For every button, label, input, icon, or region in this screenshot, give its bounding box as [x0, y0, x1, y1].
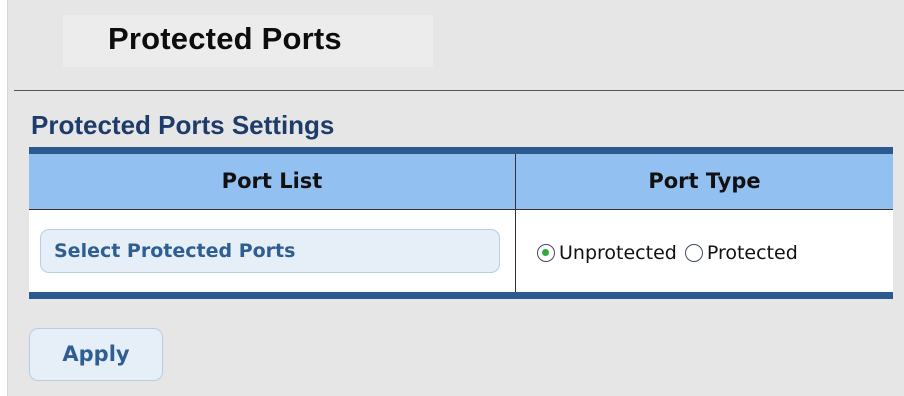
section-title: Protected Ports Settings: [31, 110, 335, 140]
unprotected-radio-label: Unprotected: [559, 242, 677, 264]
protected-radio-button[interactable]: [684, 244, 703, 262]
unprotected-radio-button[interactable]: [537, 244, 555, 262]
column-divider: [515, 154, 516, 292]
page-title: Protected Ports: [108, 21, 342, 56]
column-header-port-list: Port List: [221, 169, 323, 193]
column-header-port-type: Port Type: [648, 169, 761, 193]
port-type-radio-group: Unprotected Protected: [537, 240, 798, 266]
apply-button[interactable]: Apply: [29, 328, 163, 381]
title-divider: [14, 90, 904, 91]
protected-radio-label: Protected: [706, 242, 798, 264]
radio-option-unprotected[interactable]: Unprotected: [537, 242, 677, 264]
table-header-row: Port List Port Type: [29, 154, 893, 210]
protected-ports-settings-table: Port List Port Type Select Protected Por…: [29, 147, 893, 299]
radio-option-protected[interactable]: Protected: [684, 242, 798, 264]
select-protected-ports-button[interactable]: Select Protected Ports: [40, 229, 500, 273]
